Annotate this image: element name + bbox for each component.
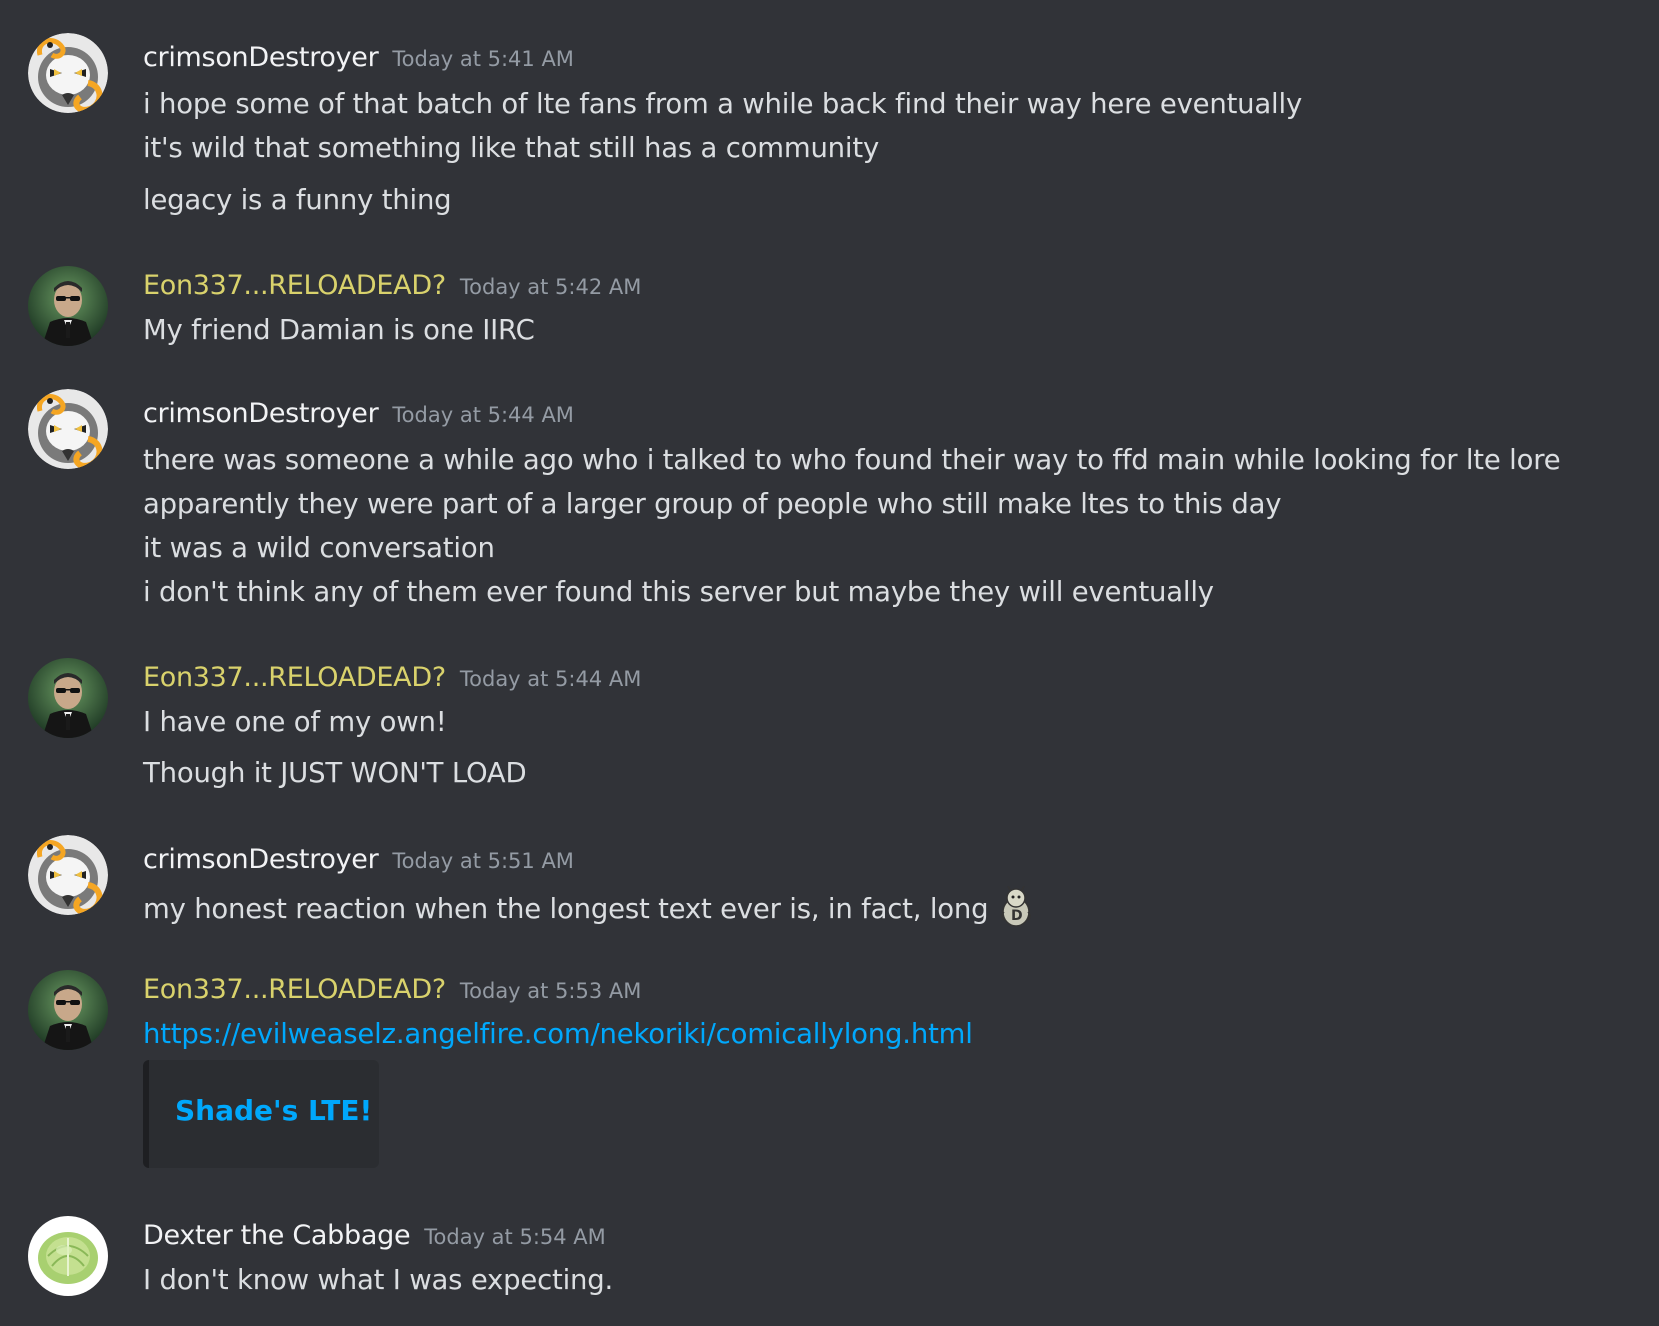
message-text: Though it JUST WON'T LOAD [143, 757, 527, 789]
message-text: I have one of my own! [143, 706, 447, 738]
message-text: it was a wild conversation [143, 532, 495, 564]
eon-avatar[interactable] [28, 970, 108, 1050]
username[interactable]: crimsonDestroyer [143, 398, 379, 429]
message-header: crimsonDestroyer Today at 5:41 AM [143, 40, 574, 76]
timestamp: Today at 5:41 AM [392, 47, 574, 71]
message-header: crimsonDestroyer Today at 5:51 AM [143, 842, 574, 878]
message-header: Eon337...RELOADEAD? Today at 5:53 AM [143, 972, 641, 1008]
message-text: My friend Damian is one IIRC [143, 314, 535, 346]
timestamp: Today at 5:51 AM [392, 849, 574, 873]
username[interactable]: Eon337...RELOADEAD? [143, 270, 446, 301]
message-text: my honest reaction when the longest text… [143, 885, 1034, 928]
message-header: Dexter the Cabbage Today at 5:54 AM [143, 1218, 606, 1254]
message-link[interactable]: https://evilweaselz.angelfire.com/nekori… [143, 1018, 973, 1050]
username[interactable]: Eon337...RELOADEAD? [143, 662, 446, 693]
timestamp: Today at 5:54 AM [424, 1225, 606, 1249]
username[interactable]: crimsonDestroyer [143, 42, 379, 73]
username[interactable]: crimsonDestroyer [143, 844, 379, 875]
message-text: it's wild that something like that still… [143, 132, 880, 164]
message-text: there was someone a while ago who i talk… [143, 444, 1561, 476]
timestamp: Today at 5:44 AM [392, 403, 574, 427]
message-header: Eon337...RELOADEAD? Today at 5:42 AM [143, 268, 641, 304]
message-header: Eon337...RELOADEAD? Today at 5:44 AM [143, 660, 641, 696]
message-link-line: https://evilweaselz.angelfire.com/nekori… [143, 1016, 973, 1052]
message-text-content: my honest reaction when the longest text… [143, 893, 989, 925]
svg-text:D: D [1011, 908, 1022, 924]
timestamp: Today at 5:42 AM [459, 275, 642, 299]
eon-avatar[interactable] [28, 658, 108, 738]
timestamp: Today at 5:53 AM [459, 979, 642, 1003]
custom-emoji-icon[interactable]: D [998, 885, 1034, 928]
message-text: i hope some of that batch of lte fans fr… [143, 88, 1303, 120]
crimson-avatar[interactable] [28, 33, 108, 113]
message-text: i don't think any of them ever found thi… [143, 576, 1214, 608]
crimson-avatar[interactable] [28, 835, 108, 915]
timestamp: Today at 5:44 AM [459, 667, 642, 691]
link-embed: Shade's LTE! [143, 1060, 379, 1168]
message-text: legacy is a funny thing [143, 184, 452, 216]
message-text: apparently they were part of a larger gr… [143, 488, 1282, 520]
username[interactable]: Dexter the Cabbage [143, 1220, 411, 1251]
embed-title[interactable]: Shade's LTE! [175, 1094, 372, 1127]
eon-avatar[interactable] [28, 266, 108, 346]
message-header: crimsonDestroyer Today at 5:44 AM [143, 396, 574, 432]
cabbage-avatar[interactable] [28, 1216, 108, 1296]
username[interactable]: Eon337...RELOADEAD? [143, 974, 446, 1005]
crimson-avatar[interactable] [28, 389, 108, 469]
message-text: I don't know what I was expecting. [143, 1264, 614, 1296]
